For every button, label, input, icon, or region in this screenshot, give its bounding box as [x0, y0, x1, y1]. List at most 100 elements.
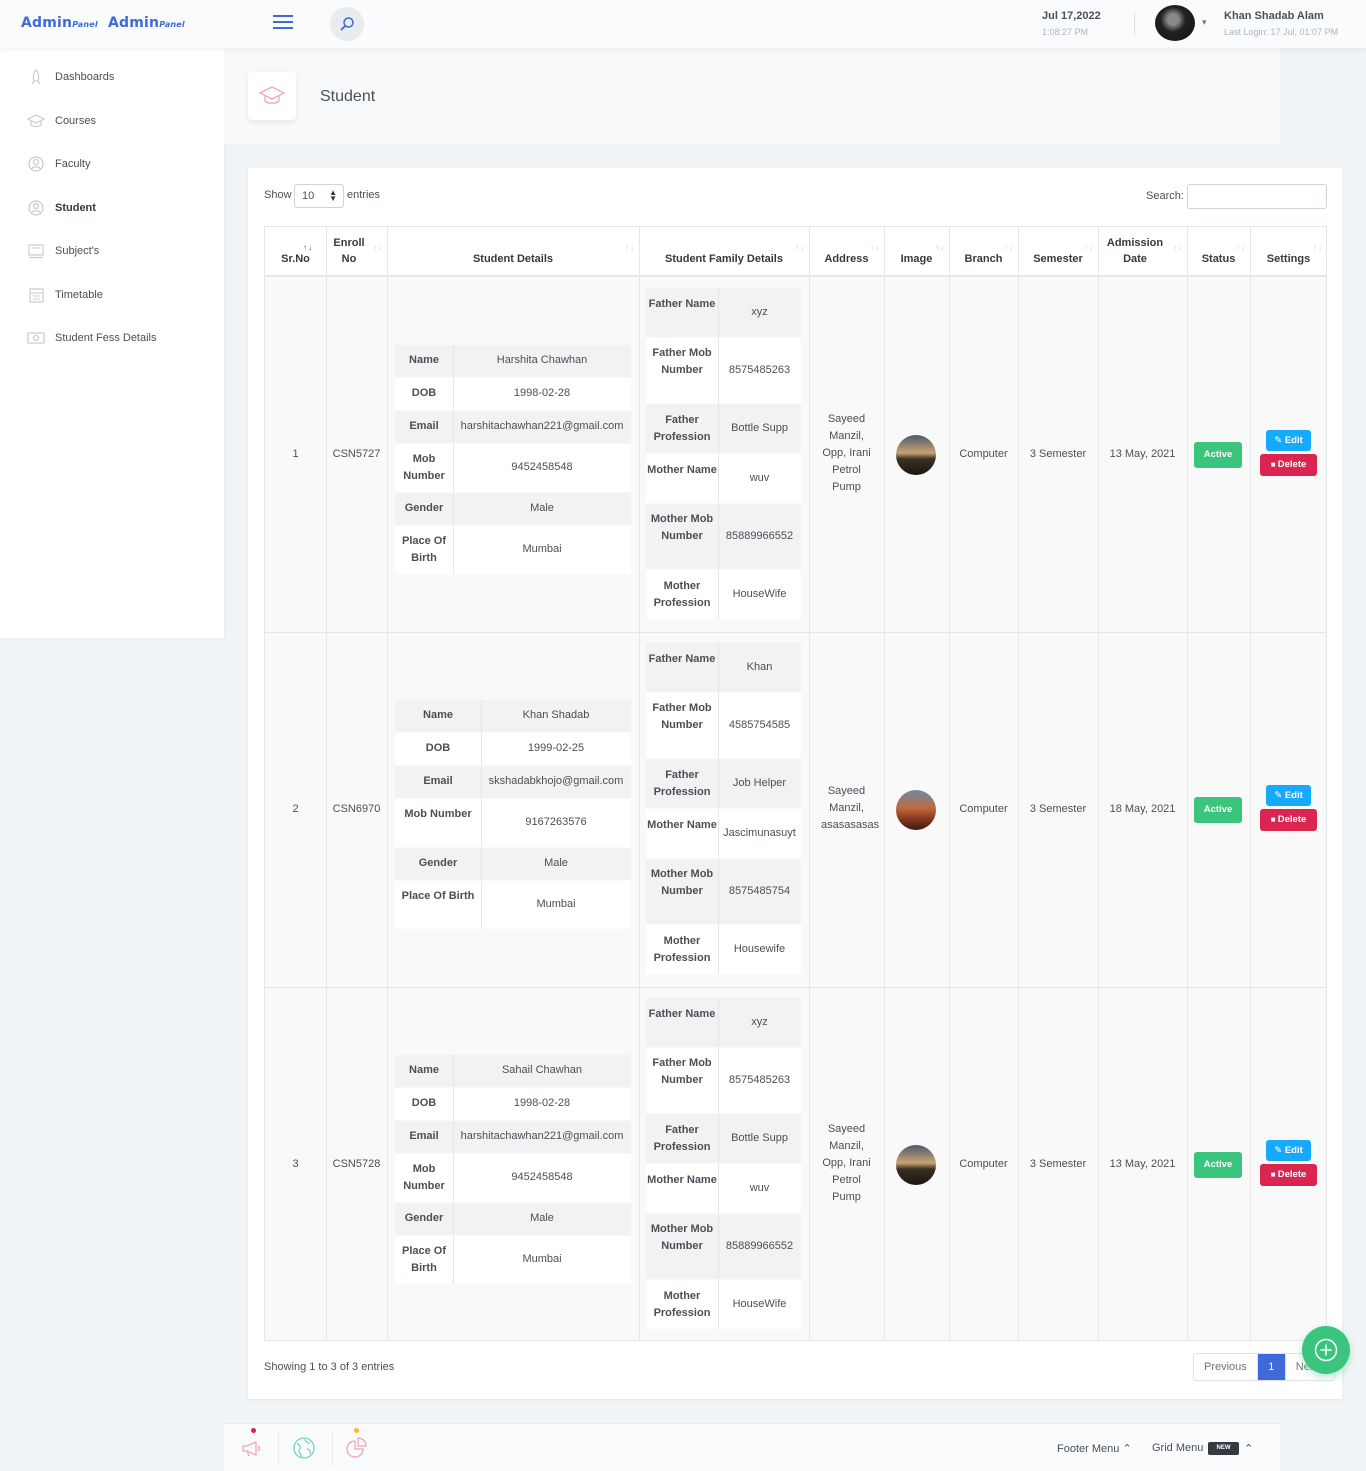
- column-header[interactable]: Enroll No: [326, 235, 372, 267]
- avatar[interactable]: [1155, 5, 1195, 41]
- detail-value: 85889966552: [725, 530, 794, 542]
- detail-key: Mother Profession: [653, 1289, 711, 1319]
- column-divider: [1098, 227, 1099, 1340]
- globe-icon[interactable]: [292, 1436, 316, 1460]
- column-header[interactable]: Student Details: [387, 251, 639, 267]
- detail-value: 4585754585: [728, 719, 791, 731]
- detail-key: Mother Mob Number: [650, 868, 714, 897]
- student-detail-row: DOB 1999-02-25: [395, 732, 631, 765]
- family-detail-row: Mother Profession HouseWife: [646, 1280, 801, 1329]
- trash-icon: ■: [1270, 814, 1278, 824]
- column-header[interactable]: Sr.No: [265, 251, 326, 267]
- edit-button[interactable]: ✎ Edit: [1266, 429, 1311, 451]
- column-header[interactable]: Settings: [1250, 251, 1327, 267]
- student-detail-row: Name Khan Shadab: [395, 699, 631, 732]
- delete-label: Delete: [1277, 813, 1307, 825]
- sort-arrows-icon[interactable]: ↑↓: [870, 243, 880, 252]
- family-detail-row: Father Mob Number 8575485263: [646, 338, 801, 403]
- hamburger-menu-icon[interactable]: [273, 15, 293, 30]
- status-badge[interactable]: Active: [1194, 1151, 1242, 1178]
- page-1-button[interactable]: 1: [1257, 1354, 1286, 1380]
- detail-value: Mumbai: [522, 543, 562, 555]
- sort-arrows-icon[interactable]: ↑↓: [373, 243, 383, 252]
- admission-date-cell: 13 May, 2021: [1109, 1157, 1176, 1170]
- megaphone-icon[interactable]: [240, 1436, 264, 1460]
- sidebar-item-timetable[interactable]: Timetable: [27, 286, 103, 304]
- status-badge[interactable]: Active: [1194, 441, 1242, 468]
- address-cell: Sayeed Manzil, Opp, Irani Petrol Pump: [822, 1122, 871, 1203]
- sidebar-item-faculty[interactable]: Faculty: [27, 155, 90, 173]
- search-icon[interactable]: [330, 7, 364, 41]
- sort-arrows-icon[interactable]: ↑↓: [1313, 243, 1323, 252]
- student-detail-row: DOB 1998-02-28: [395, 1087, 631, 1120]
- page-length-select[interactable]: 10 ▲ ▼: [294, 184, 344, 208]
- student-detail-row: Gender Male: [395, 847, 631, 880]
- delete-button[interactable]: ■ Delete: [1260, 808, 1317, 831]
- family-detail-row: Mother Mob Number 8575485754: [646, 859, 801, 924]
- sort-arrows-icon[interactable]: ↑↓: [935, 243, 945, 252]
- sort-arrows-icon[interactable]: ↑↓: [1084, 243, 1094, 252]
- semester-cell: 3 Semester: [1029, 447, 1087, 460]
- edit-button[interactable]: ✎ Edit: [1266, 1139, 1311, 1161]
- logo[interactable]: AdminPanel: [21, 15, 98, 31]
- money-icon: [27, 330, 45, 346]
- edit-label: Edit: [1284, 434, 1303, 446]
- column-header[interactable]: Image: [884, 251, 949, 267]
- detail-value: Khan: [746, 661, 773, 673]
- app-footer: Footer Menu ⌃ Grid Menu NEW ⌃: [224, 1423, 1280, 1471]
- sort-arrows-icon[interactable]: ↑↓: [795, 243, 805, 252]
- sidebar-item-student-fees[interactable]: Student Fess Details: [27, 329, 157, 347]
- detail-value: 9452458548: [511, 461, 573, 473]
- detail-value: 9167263576: [525, 816, 587, 828]
- chevron-down-icon[interactable]: ▾: [1202, 17, 1207, 28]
- add-button[interactable]: [1302, 1326, 1350, 1374]
- detail-key: Place Of Birth: [401, 534, 447, 564]
- detail-value: Housewife: [733, 943, 786, 955]
- sort-arrows-icon[interactable]: ↑↓: [625, 243, 635, 252]
- sort-arrows-icon: ▲ ▼: [329, 188, 337, 203]
- sidebar-item-courses[interactable]: Courses: [27, 112, 96, 130]
- sort-arrows-icon[interactable]: ↑↓: [1173, 243, 1183, 252]
- column-header[interactable]: Admission Date: [1098, 235, 1172, 267]
- column-header[interactable]: Student Family Details: [639, 251, 809, 267]
- semester-cell: 3 Semester: [1029, 802, 1087, 815]
- student-detail-row: Mob Number 9452458548: [395, 443, 631, 492]
- sidebar-item-dashboards[interactable]: Dashboards: [27, 68, 114, 86]
- column-divider: [326, 227, 327, 1340]
- trash-icon: ■: [1270, 1169, 1278, 1179]
- table-info: Showing 1 to 3 of 3 entries: [264, 1361, 395, 1373]
- student-detail-row: Mob Number 9452458548: [395, 1153, 631, 1202]
- detail-key: Father Profession: [653, 768, 711, 798]
- sr-no-cell: 2: [292, 802, 299, 815]
- sidebar-item-student[interactable]: Student: [27, 199, 96, 217]
- column-header[interactable]: Semester: [1018, 251, 1098, 267]
- pie-chart-icon[interactable]: [344, 1436, 368, 1460]
- graduation-cap-icon: [27, 113, 45, 129]
- family-detail-row: Father Name xyz: [646, 998, 801, 1047]
- column-header[interactable]: Address: [809, 251, 884, 267]
- delete-button[interactable]: ■ Delete: [1260, 453, 1317, 476]
- column-header[interactable]: Status: [1187, 251, 1250, 267]
- students-table: Sr.No ↑↓ Enroll No ↑↓ Student Details ↑↓ Stude…: [264, 226, 1327, 1341]
- detail-value: 8575485263: [728, 1074, 791, 1086]
- status-badge[interactable]: Active: [1194, 796, 1242, 823]
- student-detail-row: Place Of Birth Mumbai: [395, 1235, 631, 1284]
- edit-button[interactable]: ✎ Edit: [1266, 784, 1311, 806]
- detail-value: harshitachawhan221@gmail.com: [460, 420, 624, 432]
- rocket-icon: [27, 69, 45, 85]
- sort-arrows-icon[interactable]: ↑↓: [1236, 243, 1246, 252]
- previous-button[interactable]: Previous: [1194, 1354, 1258, 1380]
- sidebar-item-subjects[interactable]: Subject's: [27, 242, 99, 260]
- student-detail-row: Email harshitachawhan221@gmail.com: [395, 1120, 631, 1153]
- delete-button[interactable]: ■ Delete: [1260, 1163, 1317, 1186]
- footer-divider: [332, 1430, 333, 1466]
- sort-arrows-icon[interactable]: ↑↓: [1004, 243, 1014, 252]
- footer-menu-link[interactable]: Footer Menu ⌃: [1057, 1442, 1132, 1455]
- column-divider: [884, 227, 885, 1340]
- search-input[interactable]: [1187, 184, 1327, 209]
- branch-cell: Computer: [959, 1157, 1008, 1170]
- chevron-up-icon[interactable]: ⌃: [1244, 1442, 1253, 1455]
- column-header[interactable]: Branch: [949, 251, 1018, 267]
- grid-menu-link[interactable]: Grid Menu: [1152, 1442, 1203, 1454]
- sort-arrows-icon[interactable]: ↑↓: [303, 243, 313, 252]
